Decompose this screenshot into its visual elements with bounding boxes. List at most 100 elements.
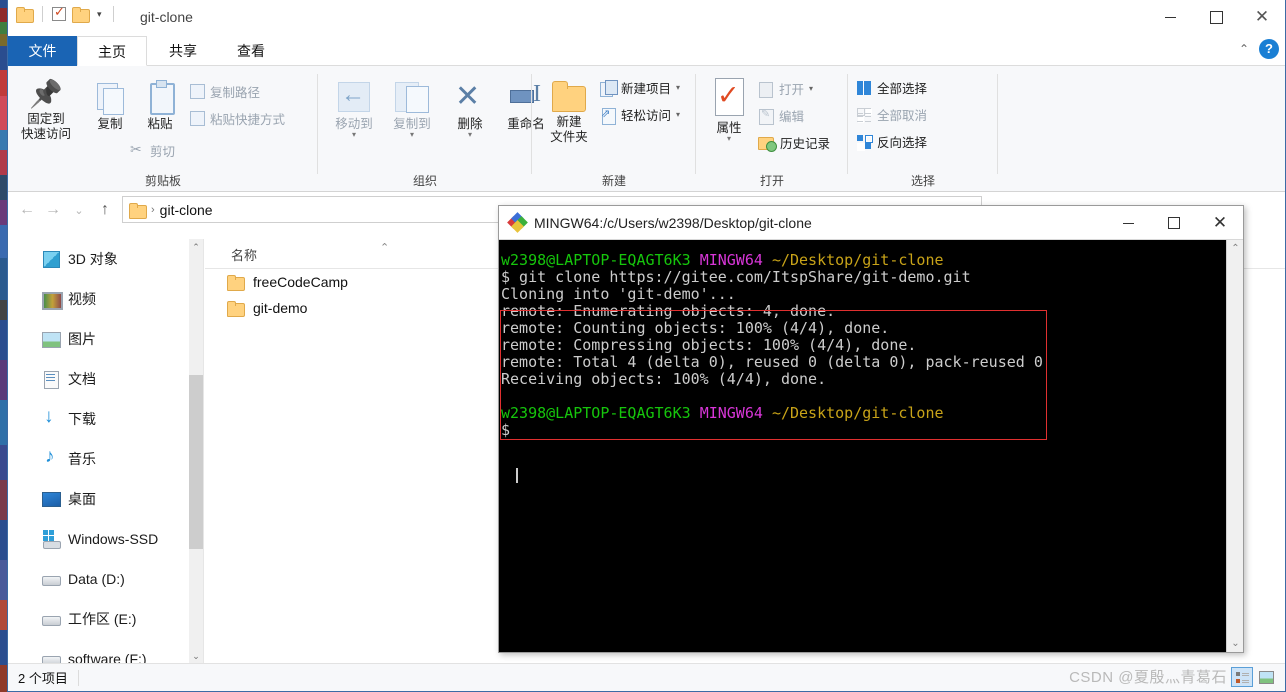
button-label: 全部选择: [877, 82, 928, 96]
checkbox-icon[interactable]: [52, 4, 66, 21]
paste-shortcut-button[interactable]: 粘贴快捷方式: [190, 109, 285, 128]
breadcrumb-separator: ›: [151, 203, 155, 216]
terminal-maximize-button[interactable]: [1151, 206, 1197, 240]
scroll-down-arrow-icon[interactable]: ⌄: [1227, 635, 1243, 652]
select-all-button[interactable]: 全部选择: [856, 78, 927, 97]
tab-file[interactable]: 文件: [8, 36, 77, 66]
paste-button[interactable]: 粘贴: [130, 80, 190, 132]
folder-icon[interactable]: [72, 7, 90, 23]
easy-access-button[interactable]: 轻松访问 ▾: [600, 105, 680, 125]
maximize-button[interactable]: [1193, 0, 1239, 34]
folder-icon: [227, 275, 245, 291]
scroll-down-arrow-icon[interactable]: ⌄: [189, 648, 203, 664]
details-view-button[interactable]: [1231, 667, 1253, 687]
terminal-text-segment: w2398@LAPTOP-EQAGT6K3: [501, 404, 691, 422]
git-bash-terminal-window[interactable]: MINGW64:/c/Users/w2398/Desktop/git-clone…: [498, 205, 1244, 653]
ribbon-group-select: 全部选择 全部取消 反向选择 选择: [848, 66, 998, 192]
paste-icon: [143, 80, 177, 115]
minimize-button[interactable]: [1147, 0, 1193, 34]
chevron-up-icon[interactable]: ⌃: [1239, 42, 1249, 56]
back-button[interactable]: ←: [14, 201, 40, 219]
tab-home[interactable]: 主页: [77, 36, 147, 66]
recent-locations-button[interactable]: ⌄: [66, 204, 92, 217]
invert-selection-button[interactable]: 反向选择: [856, 132, 927, 151]
sidebar-item-windows-ssd[interactable]: Windows-SSD: [8, 519, 203, 559]
terminal-body[interactable]: w2398@LAPTOP-EQAGT6K3 MINGW64 ~/Desktop/…: [499, 240, 1243, 652]
properties-button[interactable]: 属性 ▾: [702, 78, 756, 143]
move-to-button[interactable]: 移动到 ▾: [324, 80, 384, 139]
button-label: 快速访问: [20, 127, 71, 141]
group-title-clipboard: 剪贴板: [144, 174, 181, 188]
terminal-line: remote: Counting objects: 100% (4/4), do…: [501, 320, 1223, 337]
select-none-button[interactable]: 全部取消: [856, 105, 927, 124]
pictures-icon: [42, 330, 61, 348]
sidebar-item-videos[interactable]: 视频: [8, 279, 203, 319]
help-icon[interactable]: ?: [1259, 39, 1279, 59]
sidebar-item-desktop[interactable]: 桌面: [8, 479, 203, 519]
toolbar-divider: [112, 6, 114, 22]
copy-path-button[interactable]: 复制路径: [190, 82, 260, 101]
chevron-down-icon[interactable]: ▾: [382, 131, 442, 139]
breadcrumb-path[interactable]: git-clone: [160, 202, 213, 218]
move-to-icon: [336, 80, 372, 114]
terminal-scrollbar[interactable]: ⌃ ⌄: [1226, 240, 1243, 652]
copy-to-button[interactable]: 复制到 ▾: [382, 80, 442, 139]
scroll-up-arrow-icon[interactable]: ⌃: [1227, 240, 1243, 257]
sidebar-item-workspace-e[interactable]: 工作区 (E:): [8, 599, 203, 639]
sidebar-item-data-d[interactable]: Data (D:): [8, 559, 203, 599]
sidebar-item-downloads[interactable]: 下载: [8, 399, 203, 439]
ribbon-toolbar: 固定到 快速访问 复制 粘贴 复制路径 粘贴快捷方式 剪切: [8, 66, 1285, 192]
chevron-down-icon[interactable]: ▾: [95, 9, 104, 20]
edit-button[interactable]: 编辑: [758, 106, 804, 125]
terminal-text-segment: remote: Counting objects: 100% (4/4), do…: [501, 319, 890, 337]
chevron-down-icon[interactable]: ▾: [324, 131, 384, 139]
forward-button[interactable]: →: [40, 201, 66, 219]
terminal-close-button[interactable]: ✕: [1197, 206, 1243, 240]
icons-view-button[interactable]: [1255, 667, 1277, 687]
sidebar-scrollbar[interactable]: ⌃ ⌄: [189, 239, 203, 664]
ribbon-group-organize: 移动到 ▾ 复制到 ▾ 删除 ▾ 重命名 组织: [318, 66, 545, 192]
history-button[interactable]: 历史记录: [758, 133, 830, 152]
sidebar-item-software-f[interactable]: software (F:): [8, 639, 203, 664]
chevron-down-icon[interactable]: ▾: [702, 135, 756, 143]
pin-to-quick-access-button[interactable]: 固定到 快速访问: [16, 78, 76, 142]
new-item-button[interactable]: 新建项目 ▾: [600, 78, 680, 97]
group-title-select: 选择: [910, 174, 935, 188]
terminal-cursor: [516, 468, 518, 483]
sidebar-item-3d-objects[interactable]: 3D 对象: [8, 239, 203, 279]
chevron-down-icon[interactable]: ▾: [676, 110, 680, 119]
scroll-up-arrow-icon[interactable]: ⌃: [189, 239, 203, 255]
terminal-minimize-button[interactable]: [1105, 206, 1151, 240]
folder-icon[interactable]: [16, 7, 34, 23]
terminal-text-segment: ~/Desktop/git-clone: [771, 251, 944, 269]
terminal-line: $ git clone https://gitee.com/ItspShare/…: [501, 269, 1223, 286]
close-button[interactable]: ✕: [1239, 0, 1285, 34]
sidebar-item-label: 视频: [68, 291, 96, 307]
file-name: git-demo: [253, 300, 308, 316]
navigation-sidebar[interactable]: 3D 对象 视频 图片 文档 下载 音乐 桌面 Windows-SSD: [8, 239, 204, 664]
ribbon-group-new: 新建 文件夹 新建项目 ▾ 轻松访问 ▾ 新建: [532, 66, 696, 192]
delete-button[interactable]: 删除 ▾: [440, 79, 500, 139]
select-none-icon: [856, 107, 872, 123]
quick-access-toolbar: ▾: [16, 4, 117, 23]
sidebar-item-documents[interactable]: 文档: [8, 359, 203, 399]
cut-button[interactable]: 剪切: [130, 141, 175, 160]
chevron-down-icon[interactable]: ▾: [676, 83, 680, 92]
open-button[interactable]: 打开 ▾: [758, 79, 813, 98]
column-header-name[interactable]: 名称: [231, 245, 257, 264]
terminal-text-segment: w2398@LAPTOP-EQAGT6K3: [501, 251, 691, 269]
tab-view[interactable]: 查看: [217, 36, 285, 66]
chevron-down-icon[interactable]: ▾: [809, 84, 813, 93]
sidebar-item-music[interactable]: 音乐: [8, 439, 203, 479]
tab-share[interactable]: 共享: [149, 36, 217, 66]
terminal-text-segment: Receiving objects: 100% (4/4), done.: [501, 370, 827, 388]
chevron-down-icon[interactable]: ▾: [440, 131, 500, 139]
videos-icon: [42, 290, 63, 310]
downloads-icon: [42, 406, 60, 428]
ribbon-tab-bar: 文件 主页 共享 查看 ⌃ ?: [8, 36, 1285, 66]
new-folder-button[interactable]: 新建 文件夹: [540, 80, 598, 145]
scrollbar-thumb[interactable]: [189, 375, 203, 549]
sidebar-item-pictures[interactable]: 图片: [8, 319, 203, 359]
group-title-open: 打开: [759, 174, 784, 188]
up-button[interactable]: ↑: [92, 201, 118, 219]
